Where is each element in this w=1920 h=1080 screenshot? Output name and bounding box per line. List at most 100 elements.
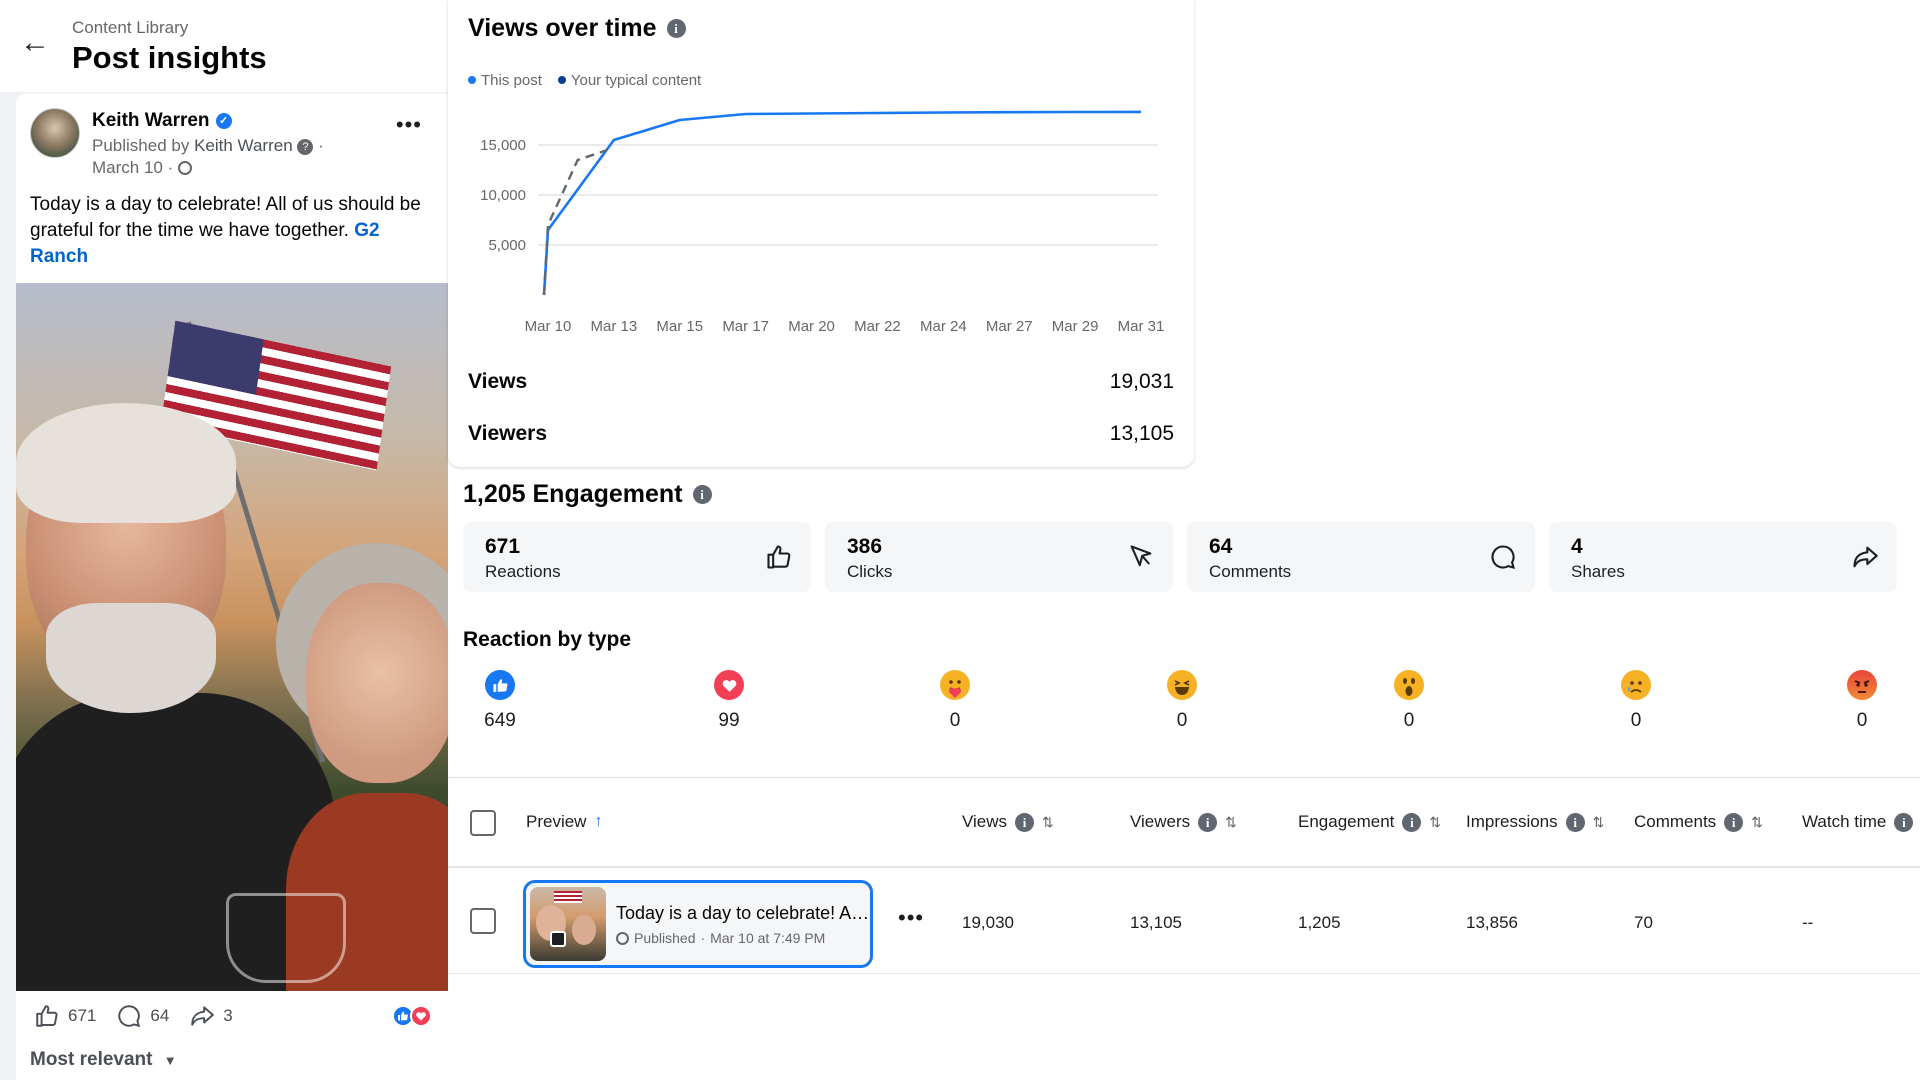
clicks-label: Clicks: [847, 562, 893, 581]
globe-icon: [177, 161, 192, 175]
info-icon[interactable]: i: [1724, 812, 1744, 832]
info-icon[interactable]: i: [1402, 812, 1422, 832]
help-icon[interactable]: ?: [297, 139, 314, 155]
info-icon[interactable]: i: [1565, 812, 1585, 832]
cell-comments: 70: [1634, 913, 1653, 932]
y-tick-label: 10,000: [480, 187, 526, 204]
share-icon: [191, 1006, 215, 1026]
love-count: 99: [718, 710, 740, 731]
views-stat: Views 19,031: [468, 370, 1174, 394]
angry-count: 0: [1856, 710, 1868, 731]
comment-action[interactable]: 64: [116, 1003, 169, 1029]
select-all-checkbox[interactable]: [470, 810, 496, 836]
comments-card[interactable]: 64 Comments: [1187, 522, 1535, 592]
reaction-care: 0: [925, 670, 985, 732]
cell-viewers: 13,105: [1130, 913, 1182, 932]
info-icon[interactable]: i: [692, 485, 712, 504]
photo-icon: [550, 931, 566, 947]
chart-legend: This post Your typical content: [468, 72, 701, 89]
clicks-count: 386: [847, 535, 883, 558]
sort-icon[interactable]: ⇅: [1225, 814, 1237, 831]
published-by-name[interactable]: Keith Warren: [194, 136, 293, 155]
cell-engagement: 1,205: [1298, 913, 1341, 932]
left-panel: ← Content Library Post insights Keith Wa…: [0, 0, 448, 1080]
shares-label: Shares: [1571, 562, 1625, 581]
reaction-sad: 0: [1606, 670, 1666, 732]
preview-date: Mar 10 at 7:49 PM: [710, 930, 826, 946]
comments-count: 64: [1209, 535, 1233, 558]
column-engagement[interactable]: Engagement i ⇅: [1298, 812, 1441, 832]
sad-emoji-icon: [1621, 670, 1651, 700]
column-viewers[interactable]: Viewers i ⇅: [1130, 812, 1237, 832]
table-header: Preview ↑ Views i ⇅ Viewers i ⇅ Engagement i ⇅ …: [448, 778, 1920, 868]
column-comments[interactable]: Comments i ⇅: [1634, 812, 1763, 832]
back-arrow-icon[interactable]: ←: [20, 28, 50, 58]
column-preview[interactable]: Preview ↑: [526, 812, 602, 832]
comment-count: 64: [150, 1006, 170, 1025]
haha-emoji-icon: [1167, 670, 1197, 700]
comment-sort-dropdown[interactable]: Most relevant ▼: [30, 1049, 177, 1071]
comment-icon: [118, 1005, 141, 1028]
share-action[interactable]: 3: [189, 1003, 233, 1029]
reactions-label: Reactions: [485, 562, 561, 581]
post-photo[interactable]: [16, 283, 448, 991]
like-count: 671: [68, 1006, 97, 1025]
y-tick-label: 15,000: [480, 137, 526, 154]
x-tick-label: Mar 20: [788, 318, 835, 335]
info-icon[interactable]: i: [666, 19, 686, 38]
sad-count: 0: [1630, 710, 1642, 731]
reaction-wow: 0: [1379, 670, 1439, 732]
sort-icon[interactable]: ⇅: [1751, 814, 1763, 831]
comment-sort-label: Most relevant: [30, 1049, 153, 1070]
reactions-count: 671: [485, 535, 521, 558]
sort-icon[interactable]: ⇅: [1593, 814, 1605, 831]
breadcrumb[interactable]: Content Library: [72, 18, 188, 38]
caret-down-icon: ▼: [163, 1053, 177, 1068]
reaction-like: 649: [470, 670, 530, 732]
reaction-by-type-title: Reaction by type: [463, 628, 632, 651]
sort-icon[interactable]: ⇅: [1042, 814, 1054, 831]
info-icon[interactable]: i: [1015, 812, 1035, 832]
shares-card[interactable]: 4 Shares: [1549, 522, 1897, 592]
column-watch-time[interactable]: Watch time i: [1802, 812, 1914, 832]
post-author[interactable]: Keith Warren ✓: [92, 110, 232, 132]
column-impressions[interactable]: Impressions i ⇅: [1466, 812, 1604, 832]
sort-icon[interactable]: ⇅: [1429, 814, 1441, 831]
more-options-icon[interactable]: •••: [396, 112, 422, 138]
y-tick-label: 5,000: [488, 237, 526, 254]
views-line-chart[interactable]: 5,000 10,000 15,000 Mar 10 Mar 13 Mar 15 Mar 1…: [448, 95, 1194, 345]
reactions-card[interactable]: 671 Reactions: [463, 522, 811, 592]
published-by-prefix: Published by: [92, 136, 190, 155]
cell-watch-time: --: [1802, 913, 1814, 932]
legend-this-post[interactable]: This post: [468, 72, 542, 89]
reaction-summary[interactable]: [392, 1005, 432, 1027]
x-tick-label: Mar 29: [1052, 318, 1099, 335]
legend-typical-content[interactable]: Your typical content: [557, 72, 701, 89]
like-emoji-icon: [485, 670, 515, 700]
preview-meta: Published · Mar 10 at 7:49 PM: [616, 930, 825, 946]
preview-title: Today is a day to celebrate! All of us s…: [616, 903, 870, 923]
shares-count: 4: [1571, 535, 1583, 558]
post-date-text[interactable]: March 10: [92, 158, 163, 177]
avatar[interactable]: [30, 108, 80, 158]
row-more-options-icon[interactable]: •••: [898, 905, 924, 931]
x-tick-label: Mar 22: [854, 318, 901, 335]
info-icon[interactable]: i: [1894, 812, 1914, 832]
viewers-stat: Viewers 13,105: [468, 422, 1174, 446]
wow-emoji-icon: [1394, 670, 1424, 700]
table-row[interactable]: Today is a day to celebrate! All of us s…: [448, 870, 1920, 974]
clicks-card[interactable]: 386 Clicks: [825, 522, 1173, 592]
comment-icon: [1491, 545, 1515, 569]
post-action-bar: 671 64 3: [16, 991, 448, 1041]
cursor-icon: [1130, 545, 1152, 567]
post-thumbnail: [530, 887, 606, 961]
info-icon[interactable]: i: [1198, 812, 1218, 832]
post-preview[interactable]: Today is a day to celebrate! All of us s…: [523, 880, 873, 968]
like-action[interactable]: 671: [34, 1003, 96, 1029]
author-name[interactable]: Keith Warren: [92, 110, 210, 132]
sort-ascending-icon[interactable]: ↑: [594, 813, 602, 831]
row-checkbox[interactable]: [470, 908, 496, 934]
cell-views: 19,030: [962, 913, 1014, 932]
column-views[interactable]: Views i ⇅: [962, 812, 1054, 832]
haha-count: 0: [1176, 710, 1188, 731]
